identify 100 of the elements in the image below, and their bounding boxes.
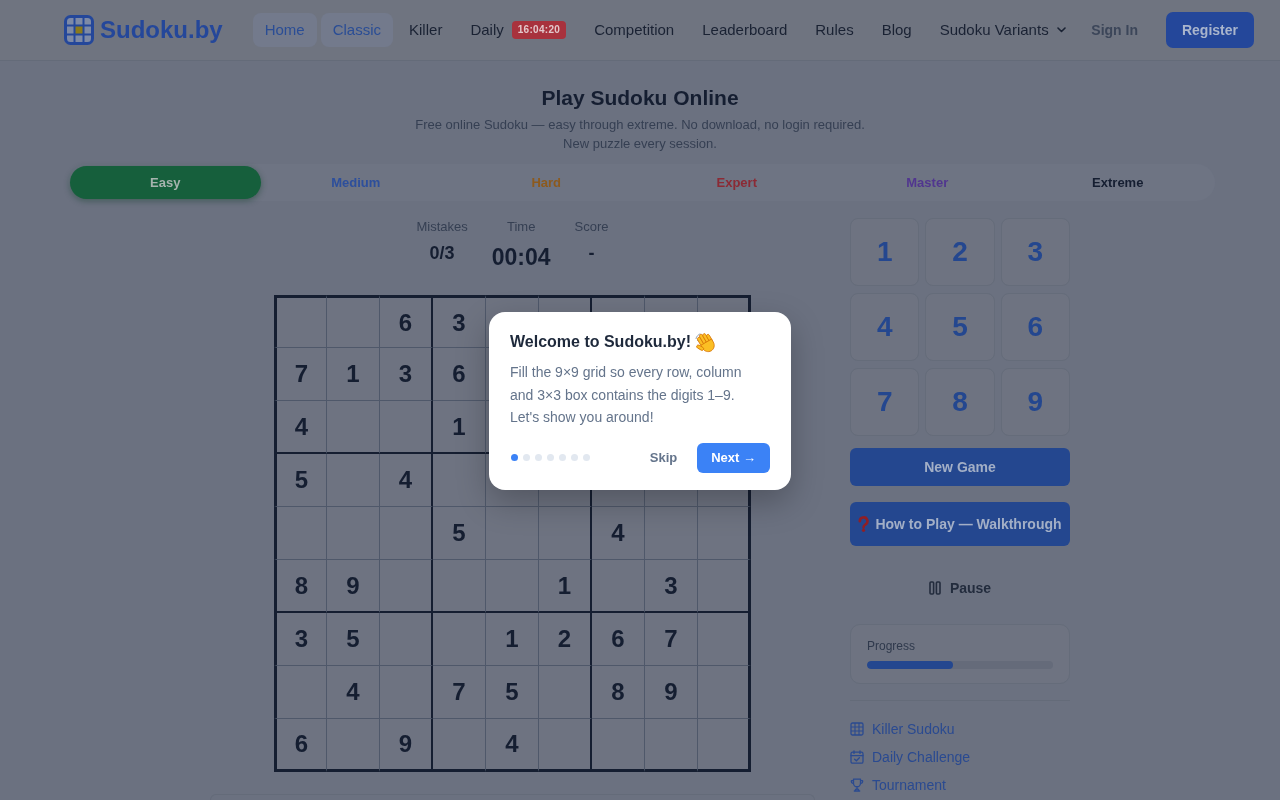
sudoku-cell[interactable]: 5 <box>327 613 380 666</box>
stat-value: 00:04 <box>491 243 551 272</box>
pause-button[interactable]: Pause <box>920 570 1000 606</box>
sudoku-cell[interactable]: 4 <box>274 401 327 454</box>
nav-link[interactable]: Home <box>252 13 317 47</box>
sudoku-cell[interactable]: 3 <box>380 348 433 401</box>
sudoku-cell[interactable] <box>698 560 751 613</box>
how-to-play-button[interactable]: How to Play — Walkthrough <box>850 502 1070 546</box>
number-button[interactable]: 8 <box>925 368 995 436</box>
sudoku-cell[interactable] <box>592 719 645 772</box>
sidebar-link[interactable]: Tournament <box>850 771 946 799</box>
sudoku-cell[interactable]: 9 <box>645 666 698 719</box>
number-button[interactable]: 5 <box>925 293 995 361</box>
sudoku-cell[interactable] <box>433 560 486 613</box>
sudoku-cell[interactable]: 6 <box>380 295 433 348</box>
sudoku-cell[interactable]: 6 <box>592 613 645 666</box>
nav-link[interactable]: Killer <box>397 13 455 47</box>
sudoku-cell[interactable]: 7 <box>645 613 698 666</box>
sudoku-cell[interactable] <box>698 666 751 719</box>
tour-text: Fill the 9×9 grid so every row, column and 3×3 box contains the digits 1–9. Let's show you around! <box>510 363 743 427</box>
sudoku-cell[interactable] <box>698 719 751 772</box>
sudoku-cell[interactable]: 5 <box>433 507 486 560</box>
tour-title: Welcome to Sudoku.by! <box>510 332 692 352</box>
sudoku-cell[interactable]: 4 <box>380 454 433 507</box>
difficulty-tab[interactable]: Master <box>832 166 1023 199</box>
waving-hand-icon <box>695 331 718 353</box>
difficulty-tab[interactable]: Easy <box>70 166 261 199</box>
sudoku-cell[interactable]: 1 <box>539 560 592 613</box>
number-button[interactable]: 7 <box>850 368 920 436</box>
sudoku-cell[interactable] <box>327 507 380 560</box>
sudoku-cell[interactable]: 6 <box>433 348 486 401</box>
sudoku-cell[interactable] <box>433 719 486 772</box>
sudoku-cell[interactable]: 1 <box>486 613 539 666</box>
sudoku-cell[interactable] <box>274 295 327 348</box>
sudoku-cell[interactable]: 3 <box>645 560 698 613</box>
sudoku-cell[interactable] <box>380 560 433 613</box>
sudoku-cell[interactable]: 3 <box>274 613 327 666</box>
sudoku-cell[interactable]: 9 <box>327 560 380 613</box>
sudoku-cell[interactable]: 4 <box>327 666 380 719</box>
sudoku-cell[interactable]: 4 <box>592 507 645 560</box>
sudoku-cell[interactable]: 7 <box>274 348 327 401</box>
sudoku-cell[interactable] <box>433 613 486 666</box>
sudoku-cell[interactable]: 5 <box>274 454 327 507</box>
nav-link[interactable]: Blog <box>869 13 924 47</box>
skip-button[interactable]: Skip <box>641 444 686 471</box>
sudoku-cell[interactable]: 1 <box>433 401 486 454</box>
nav-link[interactable]: Rules <box>803 13 866 47</box>
sudoku-cell[interactable] <box>433 454 486 507</box>
difficulty-tab[interactable]: Extreme <box>1022 166 1213 199</box>
sudoku-cell[interactable] <box>380 666 433 719</box>
sudoku-cell[interactable]: 4 <box>486 719 539 772</box>
number-button[interactable]: 4 <box>850 293 920 361</box>
nav-link[interactable]: Classic <box>320 13 394 47</box>
sudoku-cell[interactable]: 8 <box>274 560 327 613</box>
sudoku-cell[interactable]: 2 <box>539 613 592 666</box>
difficulty-tab[interactable]: Expert <box>641 166 832 199</box>
sudoku-cell[interactable] <box>486 507 539 560</box>
number-button[interactable]: 2 <box>925 218 995 286</box>
register-button[interactable]: Register <box>1165 12 1254 48</box>
sudoku-cell[interactable] <box>327 719 380 772</box>
sudoku-cell[interactable] <box>698 507 751 560</box>
number-button[interactable]: 6 <box>1000 293 1070 361</box>
nav-link[interactable]: Leaderboard <box>690 13 800 47</box>
sudoku-cell[interactable] <box>274 507 327 560</box>
page-title: Play Sudoku Online <box>540 85 740 111</box>
sudoku-cell[interactable] <box>698 613 751 666</box>
sudoku-cell[interactable] <box>380 401 433 454</box>
pause-icon <box>928 581 941 595</box>
sudoku-cell[interactable] <box>274 666 327 719</box>
sudoku-cell[interactable] <box>327 295 380 348</box>
sudoku-cell[interactable]: 8 <box>592 666 645 719</box>
nav-link[interactable]: Daily 16:04:20 <box>458 12 579 48</box>
sudoku-cell[interactable] <box>327 401 380 454</box>
number-button[interactable]: 9 <box>1000 368 1070 436</box>
sudoku-cell[interactable] <box>645 507 698 560</box>
sudoku-cell[interactable] <box>380 613 433 666</box>
nav-dropdown[interactable]: Sudoku Variants <box>927 13 1078 47</box>
sudoku-cell[interactable] <box>539 507 592 560</box>
sudoku-cell[interactable] <box>645 719 698 772</box>
sidebar-link[interactable]: Daily Challenge <box>850 743 971 771</box>
stat-value: - <box>588 242 595 265</box>
new-game-button[interactable]: New Game <box>850 448 1070 486</box>
sudoku-cell[interactable]: 3 <box>433 295 486 348</box>
sudoku-cell[interactable]: 5 <box>486 666 539 719</box>
sudoku-cell[interactable] <box>327 454 380 507</box>
sudoku-cell[interactable] <box>539 719 592 772</box>
sudoku-cell[interactable]: 1 <box>327 348 380 401</box>
sudoku-cell[interactable] <box>486 560 539 613</box>
sidebar-link[interactable]: Killer Sudoku <box>850 715 955 743</box>
number-button[interactable]: 3 <box>1000 218 1070 286</box>
sudoku-cell[interactable]: 6 <box>274 719 327 772</box>
next-button[interactable]: Next → <box>697 442 770 473</box>
sudoku-cell[interactable] <box>539 666 592 719</box>
sudoku-cell[interactable]: 7 <box>433 666 486 719</box>
number-button[interactable]: 1 <box>850 218 920 286</box>
sudoku-cell[interactable] <box>380 507 433 560</box>
logo-link[interactable]: Sudoku.by <box>64 15 223 45</box>
sudoku-cell[interactable] <box>592 560 645 613</box>
nav-link[interactable]: Competition <box>582 13 687 47</box>
sudoku-cell[interactable]: 9 <box>380 719 433 772</box>
